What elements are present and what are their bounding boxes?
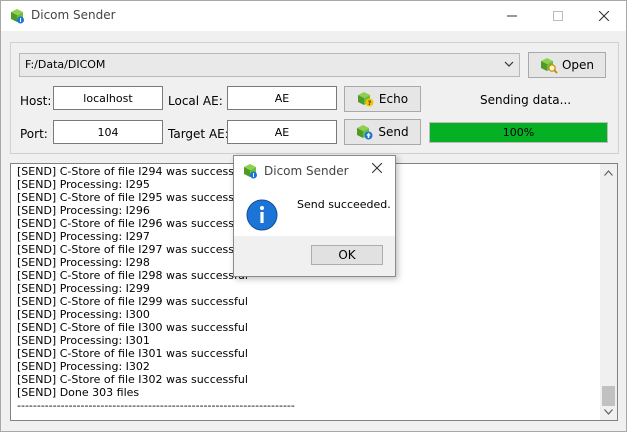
local-ae-value: AE	[274, 91, 290, 105]
dialog-message: Send succeeded.	[297, 198, 391, 211]
target-ae-input[interactable]: AE	[227, 120, 337, 144]
target-ae-label: Target AE:	[168, 127, 229, 141]
port-value: 104	[97, 125, 119, 139]
status-text: Sending data...	[480, 93, 572, 107]
open-button[interactable]: Open	[528, 52, 606, 78]
host-label: Host:	[20, 94, 52, 108]
maximize-icon	[553, 11, 563, 21]
minimize-button[interactable]	[489, 1, 535, 31]
dialog-title-bar: Dicom Sender	[234, 156, 395, 186]
close-icon	[599, 11, 609, 21]
echo-button[interactable]: ? Echo	[344, 86, 421, 112]
log-line: [SEND] C-Store of file I302 was successf…	[17, 373, 248, 386]
log-line: [SEND] C-Store of file I301 was successf…	[17, 347, 248, 360]
chevron-down-icon	[504, 61, 514, 67]
target-ae-value: AE	[274, 125, 290, 139]
port-label: Port:	[20, 127, 48, 141]
log-line: [SEND] Done 303 files	[17, 386, 140, 399]
message-dialog: Dicom Sender Send succeeded. OK	[233, 155, 396, 277]
port-input[interactable]: 104	[53, 120, 163, 144]
log-scrollbar[interactable]	[600, 164, 617, 420]
host-value: localhost	[83, 91, 133, 105]
send-cube-upload-icon	[357, 125, 373, 140]
ok-label: OK	[338, 248, 356, 262]
local-ae-input[interactable]: AE	[227, 86, 337, 110]
log-line: [SEND] Processing: I302	[17, 360, 150, 373]
path-value: F:/Data/DICOM	[25, 58, 106, 71]
info-icon	[246, 199, 278, 234]
echo-label: Echo	[378, 92, 409, 106]
log-line: ----------------------------------------…	[17, 399, 295, 412]
close-button[interactable]	[581, 1, 627, 31]
path-combobox[interactable]: F:/Data/DICOM	[19, 53, 520, 77]
ok-button[interactable]: OK	[311, 245, 383, 265]
progress-percent: 100%	[502, 126, 535, 139]
scroll-up-button[interactable]	[600, 164, 617, 181]
dialog-close-button[interactable]	[371, 162, 383, 177]
log-line: [SEND] C-Store of file I300 was successf…	[17, 321, 248, 334]
send-button[interactable]: Send	[344, 119, 421, 145]
chevron-down-icon	[604, 408, 613, 415]
open-cube-search-icon	[540, 58, 558, 74]
title-bar: Dicom Sender	[1, 1, 626, 31]
close-icon	[371, 162, 383, 174]
log-line: [SEND] Processing: I301	[17, 334, 150, 347]
open-label: Open	[561, 58, 595, 72]
app-cube-icon	[9, 8, 25, 24]
dialog-title: Dicom Sender	[264, 164, 349, 178]
host-input[interactable]: localhost	[53, 86, 163, 110]
progress-bar: 100%	[429, 122, 608, 143]
svg-text:?: ?	[368, 100, 372, 107]
main-window: Dicom Sender F:/Data/DICOM Open Host: lo…	[0, 0, 627, 432]
maximize-button[interactable]	[535, 1, 581, 31]
window-title: Dicom Sender	[31, 8, 116, 22]
dialog-app-icon	[242, 163, 258, 182]
chevron-up-icon	[604, 169, 613, 176]
log-line: [SEND] Processing: I300	[17, 308, 150, 321]
minimize-icon	[507, 15, 517, 17]
log-line: [SEND] Processing: I299	[17, 282, 150, 295]
dialog-body: Send succeeded.	[234, 186, 395, 236]
local-ae-label: Local AE:	[168, 94, 223, 108]
log-line: [SEND] C-Store of file I299 was successf…	[17, 295, 248, 308]
scroll-down-button[interactable]	[600, 403, 617, 420]
send-label: Send	[378, 125, 409, 139]
echo-cube-question-icon: ?	[357, 92, 374, 107]
